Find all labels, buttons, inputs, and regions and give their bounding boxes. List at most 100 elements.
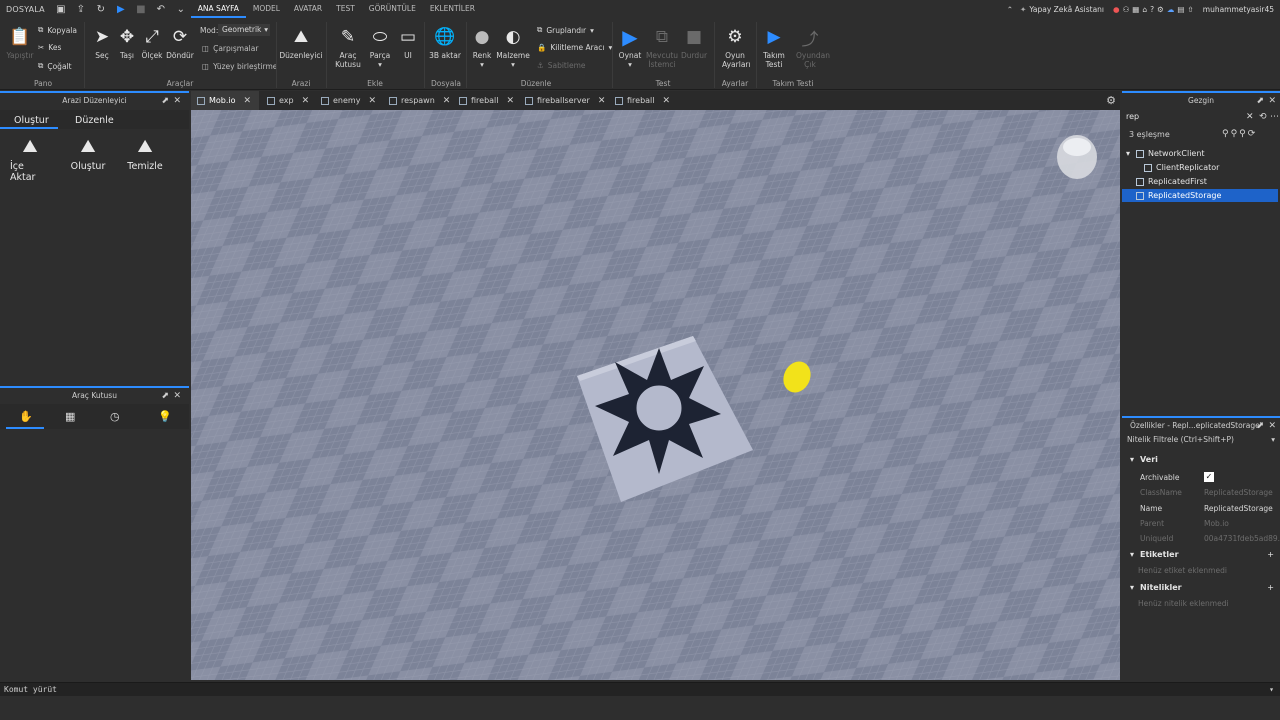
stop-button[interactable]: ■ Durdur xyxy=(680,26,708,60)
group-button[interactable]: ⧉ Gruplandır ▾ xyxy=(537,25,594,35)
tab-fireball-2[interactable]: fireball ✕ xyxy=(609,91,676,110)
assistant-button[interactable]: Yapay Zekâ Asistanı xyxy=(1029,5,1104,14)
close-icon[interactable]: ✕ xyxy=(1268,421,1276,431)
copy-button[interactable]: ⧉ Kopyala xyxy=(38,25,77,35)
stop-icon[interactable]: ■ xyxy=(135,3,147,15)
property-filter-input[interactable]: Nitelik Filtrele (Ctrl+Shift+P) ▾ xyxy=(1127,435,1275,447)
archivable-checkbox[interactable]: ✓ xyxy=(1204,472,1214,482)
tab-model[interactable]: MODEL xyxy=(246,0,287,18)
save-icon[interactable]: ▣ xyxy=(55,3,67,15)
more-icon[interactable]: ⋯ xyxy=(1270,112,1279,122)
close-icon[interactable]: ✕ xyxy=(368,96,376,106)
grid-icon[interactable]: ▦ xyxy=(1132,5,1139,14)
scale-tool-button[interactable]: ⤢ Ölçek xyxy=(140,26,164,60)
history-icon[interactable]: ⟲ xyxy=(1259,112,1267,122)
username[interactable]: muhammetyasir45 xyxy=(1203,5,1274,14)
surface-join-toggle[interactable]: ◫ Yüzey birleştirme xyxy=(202,62,277,71)
clear-tool[interactable]: ⛰ Temizle xyxy=(125,136,165,172)
tab-fireball[interactable]: fireball ✕ xyxy=(453,91,520,110)
toolbox-button[interactable]: ✎ Araç Kutusu xyxy=(330,26,366,69)
cut-button[interactable]: ✂ Kes xyxy=(38,43,61,52)
close-icon[interactable]: ✕ xyxy=(443,96,451,106)
tab-home[interactable]: ANA SAYFA xyxy=(190,0,246,18)
close-icon[interactable]: ✕ xyxy=(1246,112,1254,122)
tree-item-networkclient[interactable]: ▾ NetworkClient xyxy=(1122,147,1278,160)
notification-icon[interactable]: ● xyxy=(1113,5,1120,14)
gear-icon[interactable]: ⚙ xyxy=(1106,94,1116,107)
rotate-tool-button[interactable]: ⟳ Döndür xyxy=(165,26,195,60)
section-attributes[interactable]: ▾ Nitelikler + xyxy=(1122,580,1278,594)
tab-test[interactable]: TEST xyxy=(329,0,362,18)
undock-icon[interactable]: ⬈ xyxy=(1256,421,1264,431)
tab-mob-io[interactable]: Mob.io ✕ xyxy=(191,91,259,110)
file-menu[interactable]: DOSYALA xyxy=(0,5,51,14)
share-icon[interactable]: ⌂ xyxy=(1142,5,1147,14)
command-bar[interactable]: Komut yürüt ▾ xyxy=(0,682,1280,696)
collapse-icon[interactable]: ⌃ xyxy=(1007,5,1013,14)
close-icon[interactable]: ✕ xyxy=(244,96,252,106)
close-icon[interactable]: ✕ xyxy=(173,391,181,401)
undo-icon[interactable]: ↶ xyxy=(155,3,167,15)
tab-enemy[interactable]: enemy ✕ xyxy=(315,91,382,110)
explorer-search-input[interactable]: rep xyxy=(1126,112,1242,125)
play-icon[interactable]: ▶ xyxy=(115,3,127,15)
close-icon[interactable]: ✕ xyxy=(302,96,310,106)
tab-exp[interactable]: exp ✕ xyxy=(261,91,315,110)
add-attribute-icon[interactable]: + xyxy=(1267,583,1274,592)
move-tool-button[interactable]: ✥ Taşı xyxy=(115,26,139,60)
tab-respawn[interactable]: respawn ✕ xyxy=(383,91,456,110)
tree-item-replicatedstorage[interactable]: ReplicatedStorage xyxy=(1122,189,1278,202)
section-tags[interactable]: ▾ Etiketler + xyxy=(1122,547,1278,561)
tree-item-clientreplicator[interactable]: ClientReplicator xyxy=(1122,161,1278,174)
game-settings-button[interactable]: ⚙ Oyun Ayarları xyxy=(718,26,752,69)
chevron-down-icon[interactable]: ▾ xyxy=(1269,685,1274,694)
3d-viewport[interactable] xyxy=(191,110,1120,680)
collisions-toggle[interactable]: ◫ Çarpışmalar xyxy=(202,44,258,53)
name-field[interactable]: ReplicatedStorage xyxy=(1204,504,1280,513)
undock-icon[interactable]: ⬈ xyxy=(161,391,169,401)
more-icon[interactable]: ⌄ xyxy=(175,3,187,15)
assistant-icon[interactable]: ✦ xyxy=(1020,5,1026,14)
close-icon[interactable]: ✕ xyxy=(507,96,515,106)
lightbulb-icon[interactable]: 💡 xyxy=(158,410,172,423)
material-button[interactable]: ◐ Malzeme ▾ xyxy=(496,26,530,69)
view-cube[interactable] xyxy=(1057,135,1097,179)
select-tool-button[interactable]: ➤ Seç xyxy=(90,26,114,60)
add-tag-icon[interactable]: + xyxy=(1267,550,1274,559)
filter-icons[interactable]: ⚲⚲⚲⟳ xyxy=(1222,129,1257,139)
close-icon[interactable]: ✕ xyxy=(663,96,671,106)
cloud-icon[interactable]: ☁ xyxy=(1167,5,1175,14)
anchor-button[interactable]: ⚓ Sabitleme xyxy=(537,61,586,70)
team-test-button[interactable]: ▶ Takım Testi xyxy=(760,26,788,69)
import-tool[interactable]: ⛰ İçe Aktar xyxy=(10,136,50,183)
tab-create[interactable]: Oluştur xyxy=(14,115,49,126)
tab-avatar[interactable]: AVATAR xyxy=(287,0,329,18)
exit-game-button[interactable]: ⤴ Oyundan Çık xyxy=(794,26,830,70)
tab-plugins[interactable]: EKLENTİLER xyxy=(423,0,482,18)
close-icon[interactable]: ✕ xyxy=(598,96,606,106)
current-client-button[interactable]: ⧉ Mevcutu İstemci xyxy=(646,26,678,69)
tree-item-replicatedfirst[interactable]: ReplicatedFirst xyxy=(1122,175,1278,188)
tab-view[interactable]: GÖRÜNTÜLE xyxy=(362,0,423,18)
close-icon[interactable]: ✕ xyxy=(1268,96,1276,106)
generate-tool[interactable]: ⛰ Oluştur xyxy=(68,136,108,172)
inbox-icon[interactable]: ▤ xyxy=(1177,5,1184,14)
section-data[interactable]: ▾ Veri xyxy=(1122,452,1278,466)
share-link-icon[interactable]: ⇧ xyxy=(1187,5,1193,14)
settings-icon[interactable]: ⚙ xyxy=(1157,5,1164,14)
duplicate-button[interactable]: ⧉ Çoğalt xyxy=(38,61,72,71)
terrain-editor-button[interactable]: ⛰ Düzenleyici xyxy=(279,26,322,60)
clock-icon[interactable]: ◷ xyxy=(110,410,120,423)
ui-button[interactable]: ▭ UI xyxy=(396,26,420,60)
team-icon[interactable]: ⚇ xyxy=(1123,5,1130,14)
grid-icon[interactable]: ▦ xyxy=(65,410,75,423)
hand-icon[interactable]: ✋ xyxy=(19,410,33,423)
command-input[interactable]: Komut yürüt xyxy=(4,685,57,694)
import-3d-button[interactable]: 🌐 3B aktar xyxy=(428,26,462,60)
undock-icon[interactable]: ⬈ xyxy=(161,96,169,106)
tab-fireballserver[interactable]: fireballserver ✕ xyxy=(519,91,611,110)
refresh-icon[interactable]: ↻ xyxy=(95,3,107,15)
color-button[interactable]: ● Renk ▾ xyxy=(470,26,494,69)
close-icon[interactable]: ✕ xyxy=(173,96,181,106)
paste-button[interactable]: 📋 Yapıştır xyxy=(6,26,34,60)
